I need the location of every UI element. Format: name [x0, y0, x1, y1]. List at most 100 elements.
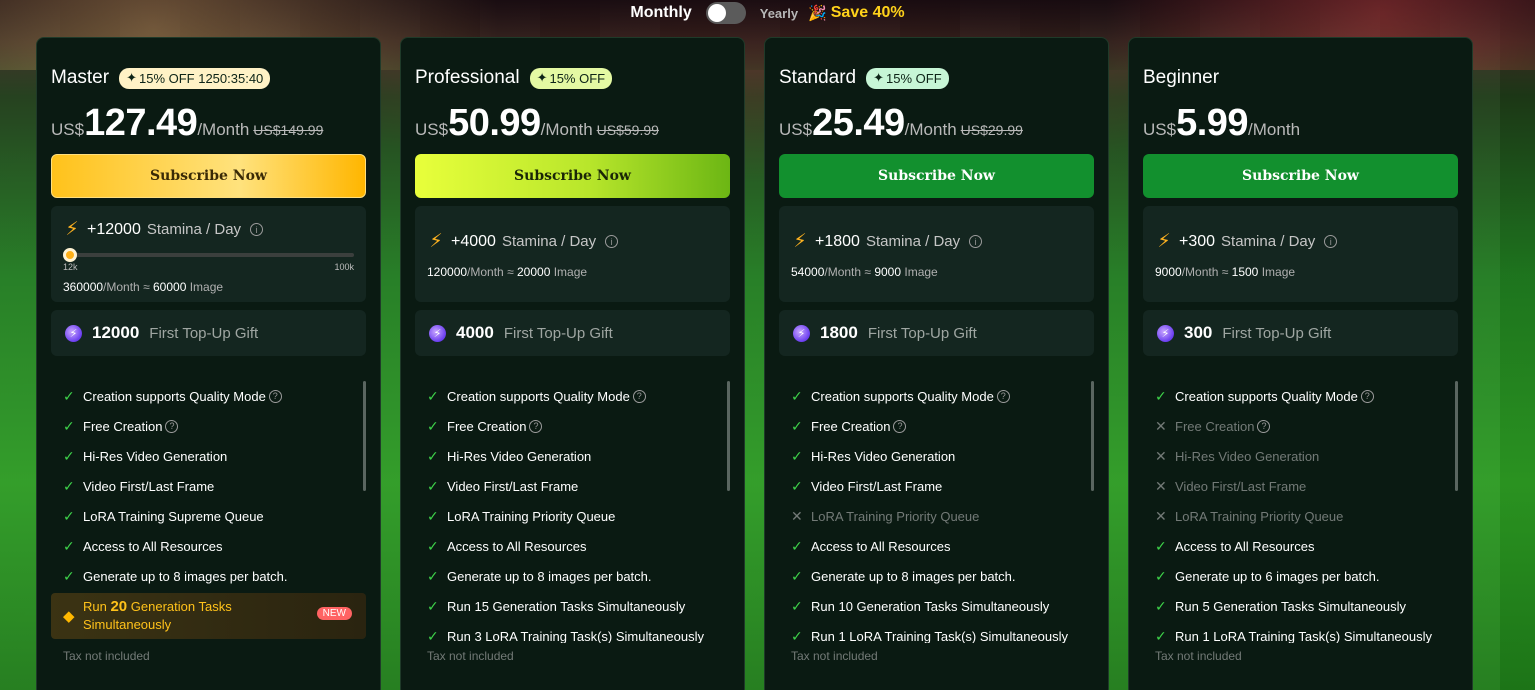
- info-icon[interactable]: ?: [893, 419, 907, 433]
- check-icon: ✓: [791, 417, 803, 434]
- info-icon[interactable]: ?: [268, 389, 282, 403]
- stamina-slider[interactable]: [63, 248, 354, 262]
- feature-text: Run 1 LoRA Training Task(s) Simultaneous…: [1175, 628, 1432, 644]
- check-icon: ✓: [791, 597, 803, 614]
- image-label: Image: [1261, 265, 1296, 279]
- check-icon: ✓: [63, 537, 75, 554]
- lightning-gem-icon: ⚡: [65, 324, 82, 342]
- feature-text: Generate up to 6 images per batch.: [1175, 568, 1380, 584]
- lightning-icon: ⚡: [65, 219, 79, 240]
- info-icon[interactable]: ?: [529, 419, 543, 433]
- info-icon[interactable]: i: [605, 235, 619, 248]
- stamina-label: Stamina / Day: [501, 233, 597, 250]
- subscribe-button[interactable]: Subscribe Now: [51, 154, 366, 198]
- subscribe-button[interactable]: Subscribe Now: [415, 154, 730, 198]
- info-icon[interactable]: i: [969, 235, 983, 248]
- monthly-sep: /Month ≈: [824, 265, 875, 279]
- billing-period-toggle[interactable]: [705, 2, 746, 24]
- feature-text: Free Creation: [447, 418, 527, 434]
- plan-name: Beginner: [1143, 67, 1220, 88]
- check-icon: ✓: [1155, 567, 1167, 584]
- scrollbar[interactable]: [727, 381, 730, 491]
- plan-name: Professional: [415, 67, 520, 88]
- price: US$ 25.49 /Month US$29.99: [779, 102, 1094, 146]
- price-amount: 25.49: [812, 102, 905, 144]
- feature-item: ✓ Creation supports Quality Mode?: [779, 381, 1094, 411]
- feature-text: Run 15 Generation Tasks Simultaneously: [447, 598, 686, 614]
- feature-item: ✓ Access to All Resources: [1143, 531, 1458, 561]
- feature-text: Free Creation: [83, 418, 163, 434]
- toggle-knob: [707, 4, 726, 22]
- yearly-label[interactable]: Yearly: [760, 6, 798, 21]
- feature-list[interactable]: ✓ Creation supports Quality Mode? ✓ Free C…: [51, 381, 366, 643]
- scrollbar[interactable]: [1455, 381, 1458, 491]
- gift-label: First Top-Up Gift: [149, 324, 259, 342]
- feature-text: Video First/Last Frame: [447, 478, 579, 494]
- info-icon[interactable]: i: [1324, 235, 1338, 248]
- save-label: 🎉 Save 40%: [808, 4, 905, 22]
- plan-card-beginner: Beginner US$ 5.99 /Month Subscribe Now ⚡…: [1128, 37, 1473, 690]
- info-icon[interactable]: i: [250, 223, 264, 236]
- feature-text: LoRA Training Supreme Queue: [83, 508, 264, 524]
- check-icon: ✓: [427, 507, 439, 524]
- image-count: 60000: [153, 280, 187, 294]
- gift-label: First Top-Up Gift: [1222, 324, 1332, 342]
- sparkle-icon: ✦: [873, 70, 885, 85]
- check-icon: ✓: [427, 447, 439, 464]
- feature-text: LoRA Training Priority Queue: [447, 508, 616, 524]
- monthly-label[interactable]: Monthly: [630, 4, 691, 22]
- gift-box: ⚡ 300 First Top-Up Gift: [1143, 310, 1458, 356]
- monthly-amount: 54000: [791, 265, 825, 279]
- stamina-box: ⚡ +1800 Stamina / Day i 54000/Month ≈ 90…: [779, 206, 1094, 302]
- discount-text: 15% OFF 1250:35:40: [138, 70, 264, 86]
- info-icon[interactable]: ?: [996, 389, 1010, 403]
- monthly-sep: /Month ≈: [103, 280, 153, 294]
- check-icon: ✓: [791, 627, 803, 644]
- discount-badge: ✦ 15% OFF: [866, 67, 949, 89]
- monthly-summary: 360000/Month ≈ 60000 Image: [63, 280, 354, 294]
- feature-item: ✓ Generate up to 8 images per batch.: [415, 561, 730, 591]
- feature-item: ✓ Creation supports Quality Mode?: [1143, 381, 1458, 411]
- subscribe-button[interactable]: Subscribe Now: [1143, 154, 1458, 198]
- price-amount: 5.99: [1176, 102, 1249, 144]
- feature-list[interactable]: ✓ Creation supports Quality Mode? ✓ Free C…: [415, 381, 730, 643]
- price-period: /Month: [540, 120, 593, 139]
- feature-text: Access to All Resources: [1175, 538, 1315, 554]
- scrollbar[interactable]: [1091, 381, 1094, 491]
- gift-label: First Top-Up Gift: [867, 324, 977, 342]
- feature-text: Run 5 Generation Tasks Simultaneously: [1175, 598, 1406, 614]
- info-icon[interactable]: ?: [1257, 419, 1271, 433]
- save-text: Save 40%: [830, 4, 905, 21]
- feature-item: ✓ Video First/Last Frame: [779, 471, 1094, 501]
- currency: US$: [1143, 120, 1177, 139]
- check-icon: ✓: [427, 417, 439, 434]
- subscribe-button[interactable]: Subscribe Now: [779, 154, 1094, 198]
- feature-item: ✓ Generate up to 8 images per batch.: [51, 561, 366, 591]
- feature-text: Hi-Res Video Generation: [811, 448, 956, 464]
- feature-item-disabled: ✕ LoRA Training Priority Queue: [779, 501, 1094, 531]
- feature-item: ✓ Generate up to 8 images per batch.: [779, 561, 1094, 591]
- check-icon: ✓: [1155, 627, 1167, 644]
- check-icon: ✓: [427, 537, 439, 554]
- feature-list[interactable]: ✓ Creation supports Quality Mode? ✓ Free C…: [779, 381, 1094, 643]
- sparkle-icon: ✦: [126, 70, 137, 85]
- monthly-summary: 120000/Month ≈ 20000 Image: [427, 265, 718, 279]
- feature-item: ✓ Creation supports Quality Mode?: [415, 381, 730, 411]
- feature-item: ✓ Video First/Last Frame: [415, 471, 730, 501]
- info-icon[interactable]: ?: [1360, 389, 1374, 403]
- old-price: US$59.99: [596, 122, 659, 138]
- check-icon: ✓: [1155, 597, 1167, 614]
- discount-badge: ✦ 15% OFF: [529, 67, 613, 89]
- highlight-pre: Run: [83, 599, 111, 614]
- image-count: 20000: [517, 265, 551, 279]
- stamina-box: ⚡ +300 Stamina / Day i 9000/Month ≈ 1500…: [1143, 206, 1458, 302]
- info-icon[interactable]: ?: [165, 419, 179, 433]
- slider-thumb[interactable]: [63, 248, 77, 262]
- currency: US$: [51, 120, 85, 139]
- info-icon[interactable]: ?: [632, 389, 646, 403]
- feature-text: Access to All Resources: [83, 538, 223, 554]
- feature-item-disabled: ✕ Video First/Last Frame: [1143, 471, 1458, 501]
- scrollbar[interactable]: [363, 381, 366, 491]
- feature-text: Hi-Res Video Generation: [447, 448, 592, 464]
- feature-list[interactable]: ✓ Creation supports Quality Mode? ✕ Free C…: [1143, 381, 1458, 643]
